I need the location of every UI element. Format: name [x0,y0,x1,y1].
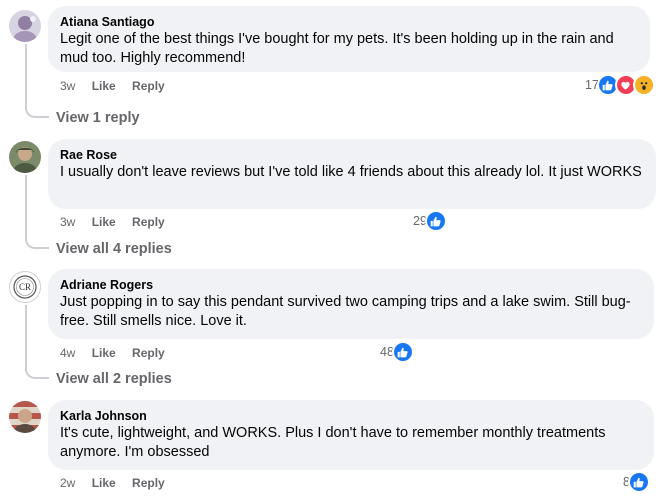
comment-author[interactable]: Atiana Santiago [60,14,638,30]
comment-actions: 4w Like Reply [60,345,178,361]
like-button[interactable]: Like [92,215,116,229]
reply-button[interactable]: Reply [132,79,165,93]
view-replies-link[interactable]: View all 4 replies [56,240,172,258]
avatar[interactable]: CR [9,271,41,303]
reply-button[interactable]: Reply [132,476,165,490]
comment-timestamp[interactable]: 3w [60,79,75,93]
thread-elbow [25,108,49,118]
reaction-summary[interactable]: 17 [585,74,655,96]
view-replies-link[interactable]: View 1 reply [56,109,140,127]
reaction-summary[interactable]: 48 [380,341,414,363]
comment-timestamp[interactable]: 4w [60,346,75,360]
comment-timestamp[interactable]: 3w [60,215,75,229]
view-replies-link[interactable]: View all 2 replies [56,370,172,388]
comment-author[interactable]: Karla Johnson [60,408,642,424]
comment-bubble: Atiana Santiago Legit one of the best th… [48,6,650,72]
comment-timestamp[interactable]: 2w [60,476,75,490]
reply-button[interactable]: Reply [132,346,165,360]
like-button[interactable]: Like [92,79,116,93]
comment-text: Legit one of the best things I've bought… [60,31,614,66]
comment-actions: 3w Like Reply [60,214,178,230]
reply-button[interactable]: Reply [132,215,165,229]
comment-bubble: Adriane Rogers Just popping in to say th… [48,269,654,339]
like-button[interactable]: Like [92,476,116,490]
comment-bubble: Karla Johnson It's cute, lightweight, an… [48,400,654,470]
avatar[interactable] [9,141,41,173]
thread-line [25,175,27,241]
thread-line [25,44,27,110]
avatar[interactable] [9,401,41,433]
like-icon [424,210,447,232]
comment-text: I usually don't leave reviews but I've t… [60,164,642,180]
comment-actions: 3w Like Reply [60,78,178,94]
comment-bubble: Rae Rose I usually don't leave reviews b… [48,139,656,209]
wow-icon [632,74,655,96]
thread-elbow [25,239,49,249]
avatar-monogram: CR [18,282,31,292]
like-icon [627,471,650,493]
thread-line [25,305,27,371]
comment-author[interactable]: Rae Rose [60,147,644,163]
comment-actions: 2w Like Reply [60,475,178,491]
avatar[interactable] [9,10,41,42]
reaction-summary[interactable]: 8 [623,471,650,493]
like-button[interactable]: Like [92,346,116,360]
like-icon [391,341,414,363]
comment-text: It's cute, lightweight, and WORKS. Plus … [60,425,606,460]
thread-elbow [25,369,49,379]
comment-author[interactable]: Adriane Rogers [60,277,642,293]
comment-text: Just popping in to say this pendant surv… [60,294,631,329]
reaction-summary[interactable]: 29 [413,210,447,232]
